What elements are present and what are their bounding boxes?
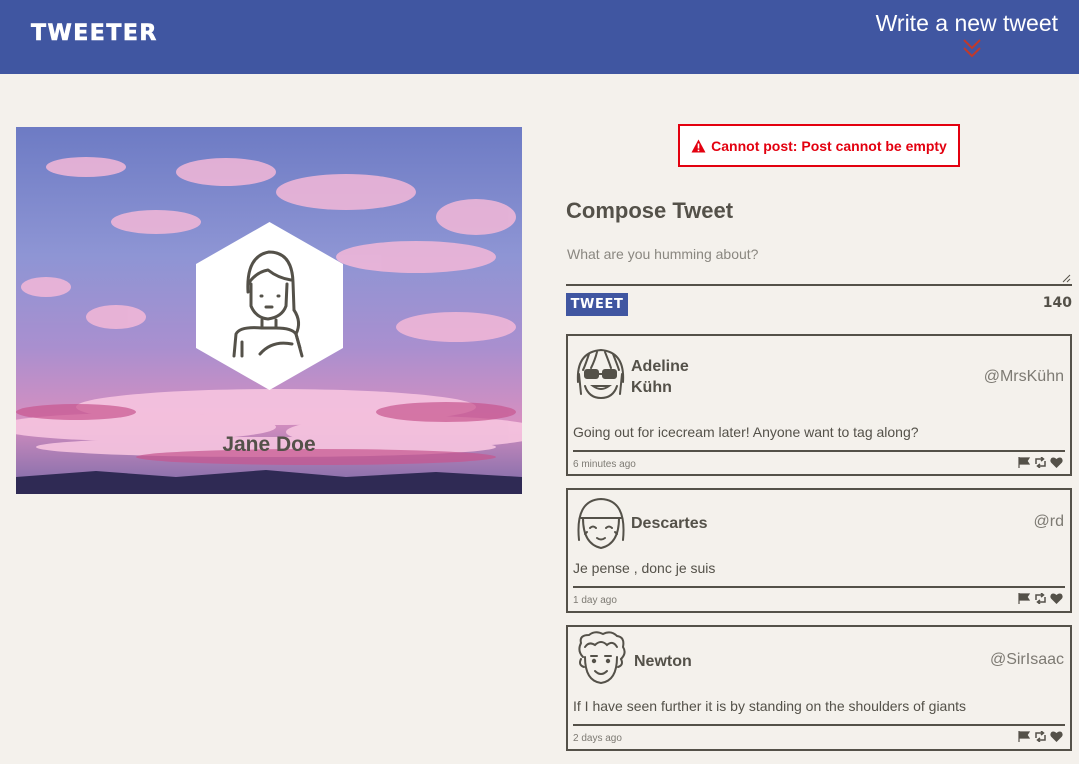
error-text: Cannot post: Post cannot be empty bbox=[711, 137, 947, 154]
tweet-actions bbox=[1018, 457, 1063, 468]
user-avatar bbox=[578, 631, 626, 685]
tweet-divider bbox=[573, 724, 1065, 726]
tweet-divider bbox=[573, 450, 1065, 452]
tweet-card: Adeline Kühn @MrsKühn Going out for icec… bbox=[566, 334, 1072, 476]
retweet-icon[interactable] bbox=[1034, 457, 1047, 468]
tweet-timestamp: 2 days ago bbox=[573, 733, 622, 744]
tweet-author-name: Newton bbox=[634, 653, 692, 670]
tweet-author-handle: @MrsKühn bbox=[983, 368, 1064, 385]
tweet-textarea[interactable] bbox=[566, 240, 1072, 286]
user-avatar bbox=[577, 497, 625, 550]
retweet-icon[interactable] bbox=[1034, 593, 1047, 604]
heart-icon[interactable] bbox=[1050, 457, 1063, 468]
tweet-timestamp: 1 day ago bbox=[573, 595, 617, 606]
tweet-actions bbox=[1018, 593, 1063, 604]
tweet-author-name: Descartes bbox=[631, 515, 708, 532]
profile-avatar bbox=[196, 222, 343, 390]
flag-icon[interactable] bbox=[1018, 457, 1031, 468]
tweet-card: Newton @SirIsaac If I have seen further … bbox=[566, 625, 1072, 751]
tweet-card: Descartes @rd Je pense , donc je suis 1 … bbox=[566, 488, 1072, 613]
tweet-author-handle: @rd bbox=[1033, 513, 1064, 530]
navbar: TWEETER Write a new tweet bbox=[0, 0, 1079, 74]
flag-icon[interactable] bbox=[1018, 593, 1031, 604]
warning-icon bbox=[691, 139, 706, 152]
tweet-author-name: Adeline Kühn bbox=[631, 358, 689, 396]
profile-name: Jane Doe bbox=[222, 433, 316, 456]
resize-handle-icon[interactable] bbox=[1062, 274, 1071, 283]
profile-header: Jane Doe bbox=[16, 127, 522, 494]
tweet-divider bbox=[573, 586, 1065, 588]
tweet-submit-button[interactable]: TWEET bbox=[566, 293, 628, 316]
write-new-tweet-link[interactable]: Write a new tweet bbox=[876, 10, 1058, 37]
heart-icon[interactable] bbox=[1050, 593, 1063, 604]
tweet-actions bbox=[1018, 731, 1063, 742]
tweet-content: If I have seen further it is by standing… bbox=[573, 698, 967, 714]
error-message: Cannot post: Post cannot be empty bbox=[678, 124, 960, 167]
tweet-content: Going out for icecream later! Anyone wan… bbox=[573, 424, 919, 440]
user-avatar bbox=[576, 348, 625, 400]
heart-icon[interactable] bbox=[1050, 731, 1063, 742]
tweet-timestamp: 6 minutes ago bbox=[573, 459, 636, 470]
tweet-author-handle: @SirIsaac bbox=[989, 651, 1064, 668]
compose-title: Compose Tweet bbox=[566, 198, 734, 223]
character-counter: 140 bbox=[1042, 295, 1072, 311]
brand-logo[interactable]: TWEETER bbox=[31, 21, 158, 47]
flag-icon[interactable] bbox=[1018, 731, 1031, 742]
retweet-icon[interactable] bbox=[1034, 731, 1047, 742]
tweet-content: Je pense , donc je suis bbox=[573, 560, 716, 576]
double-chevron-down-icon[interactable] bbox=[962, 38, 982, 60]
